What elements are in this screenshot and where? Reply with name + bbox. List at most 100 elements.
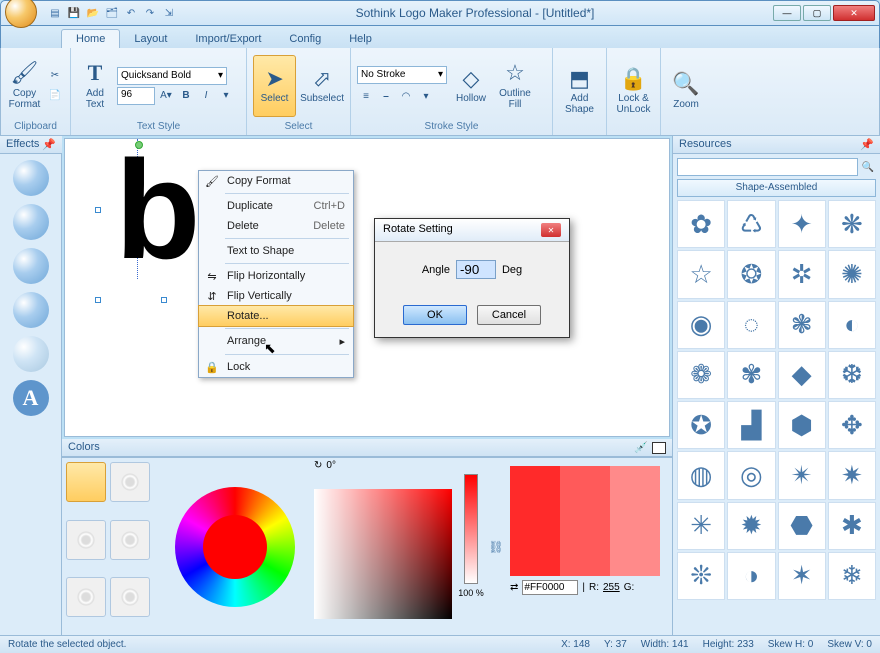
close-button[interactable]: ✕	[833, 5, 875, 21]
effect-preset-1[interactable]	[13, 160, 49, 196]
opacity-slider[interactable]	[464, 474, 478, 584]
shape-item[interactable]: ✴	[778, 451, 826, 499]
stroke-cap-icon[interactable]: ⎯	[377, 88, 395, 106]
swap-icon[interactable]: ⇄	[510, 582, 518, 593]
rotate-icon[interactable]: ↻	[314, 460, 322, 471]
subselect-tool-button[interactable]: ⬀Subselect	[300, 55, 344, 117]
shape-item[interactable]: ◌	[727, 301, 775, 349]
canvas[interactable]: b	[64, 138, 670, 437]
maximize-button[interactable]: ▢	[803, 5, 831, 21]
app-menu-orb[interactable]	[5, 0, 37, 28]
cm-text-to-shape[interactable]: Text to Shape	[199, 241, 353, 261]
lock-unlock-button[interactable]: 🔒Lock & UnLock	[613, 60, 654, 122]
eyedropper-icon[interactable]: 💉	[634, 441, 648, 454]
stroke-join-icon[interactable]: ◠	[397, 88, 415, 106]
resize-handle-w[interactable]	[95, 207, 101, 213]
font-family-dropdown[interactable]: Quicksand Bold▾	[117, 67, 227, 85]
cm-lock[interactable]: 🔒Lock	[199, 357, 353, 377]
cm-copy-format[interactable]: 🖌Copy Format	[199, 171, 353, 191]
cm-delete[interactable]: DeleteDelete	[199, 216, 353, 236]
effect-text-preset[interactable]: A	[13, 380, 49, 416]
italic-button[interactable]: I	[197, 87, 215, 105]
sv-picker[interactable]	[314, 489, 452, 619]
current-color-swatch[interactable]	[652, 442, 666, 454]
harmony-mode-6[interactable]	[110, 577, 150, 617]
dialog-close-button[interactable]: ✕	[541, 223, 561, 237]
shape-item[interactable]: ◆	[778, 351, 826, 399]
shape-item[interactable]: ✳	[677, 502, 725, 550]
qat-export-icon[interactable]: ⇲	[161, 5, 177, 21]
copy-icon[interactable]: 📄	[46, 87, 64, 105]
tab-config[interactable]: Config	[275, 30, 335, 48]
link-icon[interactable]: ⛓	[488, 540, 503, 554]
shape-item[interactable]: ❄	[828, 552, 876, 600]
cm-arrange[interactable]: Arrange▸	[199, 331, 353, 352]
shape-item[interactable]: ✲	[778, 250, 826, 298]
qat-save-icon[interactable]: 💾	[66, 5, 82, 21]
add-shape-button[interactable]: ⬒Add Shape	[559, 60, 600, 122]
shape-item[interactable]: ✥	[828, 401, 876, 449]
cm-rotate[interactable]: Rotate...	[198, 305, 354, 327]
bold-button[interactable]: B	[177, 87, 195, 105]
style-dropdown-icon[interactable]: ▾	[217, 87, 235, 105]
cm-flip-horizontal[interactable]: ⇋Flip Horizontally	[199, 266, 353, 286]
shape-item[interactable]: ⬢	[778, 401, 826, 449]
shape-item[interactable]: ✪	[677, 401, 725, 449]
harmony-mode-4[interactable]	[110, 520, 150, 560]
resize-handle-s[interactable]	[161, 297, 167, 303]
shape-item[interactable]: ☆	[677, 250, 725, 298]
shape-item[interactable]: ✾	[727, 351, 775, 399]
shape-item[interactable]: ◍	[677, 451, 725, 499]
resize-handle-sw[interactable]	[95, 297, 101, 303]
decrease-size-icon[interactable]: A▾	[157, 87, 175, 105]
qat-folder-icon[interactable]: 🗂	[104, 5, 120, 21]
add-text-button[interactable]: TAdd Text	[77, 55, 113, 117]
tab-import-export[interactable]: Import/Export	[181, 30, 275, 48]
tab-help[interactable]: Help	[335, 30, 386, 48]
rotate-handle[interactable]	[135, 141, 143, 149]
hex-input[interactable]	[522, 580, 578, 595]
outline-fill-button[interactable]: ☆Outline Fill	[495, 55, 535, 117]
qat-redo-icon[interactable]: ↷	[142, 5, 158, 21]
copy-format-button[interactable]: 🖌Copy Format	[7, 55, 42, 117]
effect-preset-4[interactable]	[13, 292, 49, 328]
shape-item[interactable]: ◑	[727, 552, 775, 600]
shape-item[interactable]: ❂	[727, 250, 775, 298]
harmony-mode-5[interactable]	[66, 577, 106, 617]
shape-item[interactable]: ✺	[828, 250, 876, 298]
effect-preset-5[interactable]	[13, 336, 49, 372]
angle-input[interactable]	[456, 260, 496, 279]
stroke-color-icon[interactable]: ▾	[417, 88, 435, 106]
shape-item[interactable]: ❆	[828, 351, 876, 399]
harmony-mode-1[interactable]	[66, 462, 106, 502]
canvas-text-object[interactable]: b	[115, 147, 201, 273]
shape-item[interactable]: ❁	[677, 351, 725, 399]
shape-item[interactable]: ♺	[727, 200, 775, 248]
shape-item[interactable]: ▟	[727, 401, 775, 449]
shape-item[interactable]: ◐	[828, 301, 876, 349]
shape-item[interactable]: ✦	[778, 200, 826, 248]
shape-item[interactable]: ◉	[677, 301, 725, 349]
ok-button[interactable]: OK	[403, 305, 467, 325]
qat-open-icon[interactable]: 📂	[85, 5, 101, 21]
qat-new-icon[interactable]: ▤	[47, 5, 63, 21]
pin-icon[interactable]: 📌	[42, 138, 56, 151]
select-tool-button[interactable]: ➤Select	[253, 55, 296, 117]
resource-category-dropdown[interactable]: Shape-Assembled	[677, 179, 876, 197]
effect-preset-3[interactable]	[13, 248, 49, 284]
shape-item[interactable]: ✱	[828, 502, 876, 550]
shape-item[interactable]: ✹	[727, 502, 775, 550]
qat-undo-icon[interactable]: ↶	[123, 5, 139, 21]
shape-item[interactable]: ❊	[677, 552, 725, 600]
cancel-button[interactable]: Cancel	[477, 305, 541, 325]
harmony-mode-2[interactable]	[110, 462, 150, 502]
zoom-button[interactable]: 🔍Zoom	[667, 60, 705, 122]
resource-search-input[interactable]	[677, 158, 858, 176]
effect-preset-2[interactable]	[13, 204, 49, 240]
cm-duplicate[interactable]: DuplicateCtrl+D	[199, 196, 353, 216]
minimize-button[interactable]: —	[773, 5, 801, 21]
tab-layout[interactable]: Layout	[120, 30, 181, 48]
stroke-style-dropdown[interactable]: No Stroke▾	[357, 66, 447, 84]
search-icon[interactable]: 🔍	[860, 158, 877, 176]
shape-item[interactable]: ❋	[828, 200, 876, 248]
